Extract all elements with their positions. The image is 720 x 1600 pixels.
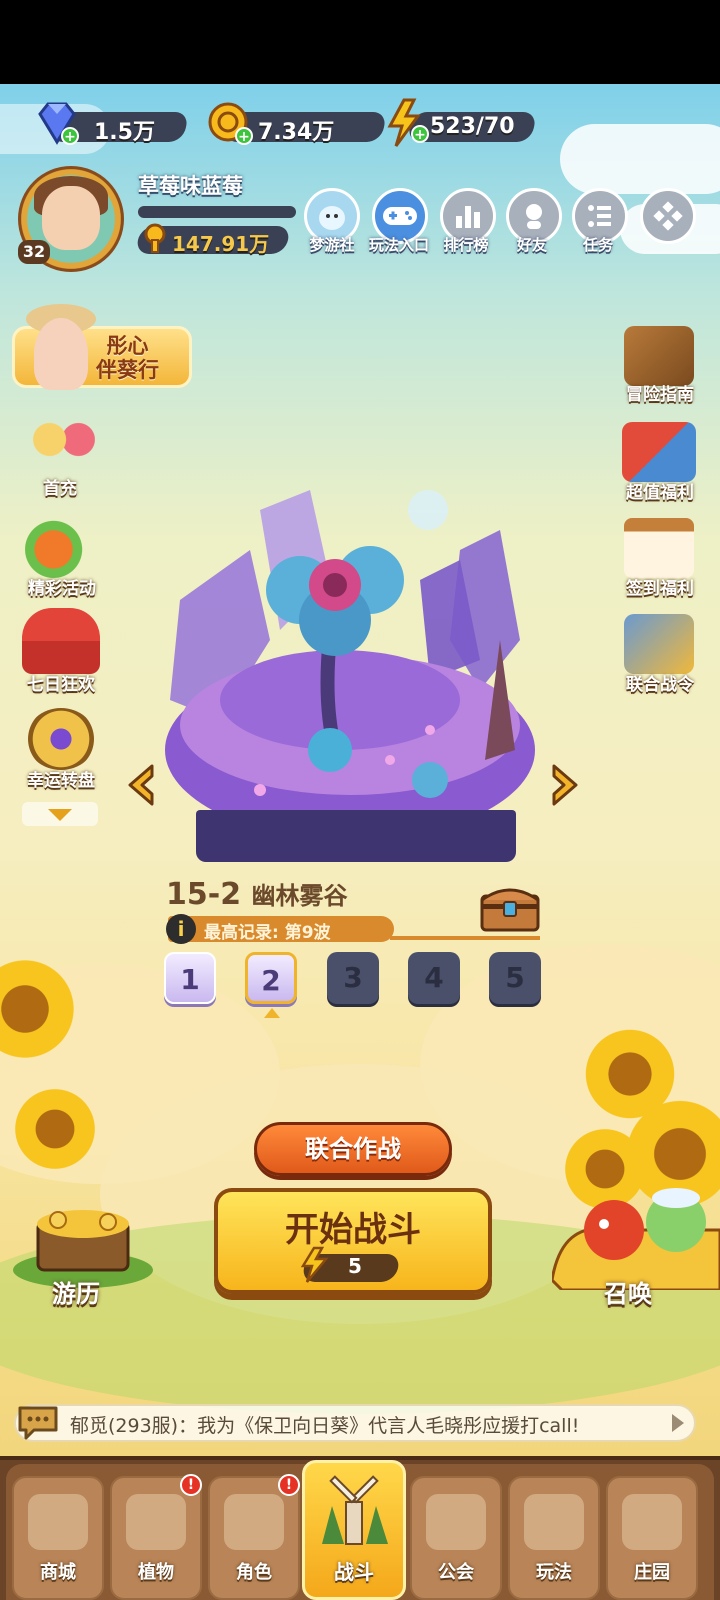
top-menu-label: 任务 xyxy=(582,236,613,254)
wave-button-2[interactable]: 2 xyxy=(245,952,297,1004)
treasure-chest-icon[interactable] xyxy=(478,882,542,932)
wave-button-4[interactable]: 4 xyxy=(408,952,460,1004)
coin-icon: + xyxy=(208,102,253,145)
manor-icon xyxy=(622,1494,682,1550)
energy-amount: 523/70 xyxy=(430,114,515,139)
alliance-pass-label[interactable]: 联合战令 xyxy=(612,670,708,695)
seven-day-carnival-icon[interactable] xyxy=(22,608,100,674)
svg-text:+: + xyxy=(414,127,426,143)
first-recharge-icon[interactable] xyxy=(16,408,112,478)
previous-stage-arrow-icon[interactable] xyxy=(122,762,158,808)
events-icon[interactable] xyxy=(20,512,104,580)
value-bonus-icon[interactable] xyxy=(622,422,696,482)
stage-illustration[interactable] xyxy=(160,490,540,860)
more-icon xyxy=(653,201,683,231)
notification-badge: ! xyxy=(278,1474,300,1496)
windmill-icon xyxy=(322,1475,388,1545)
play-arrow-icon[interactable] xyxy=(672,1414,684,1432)
creature-icon xyxy=(319,206,345,230)
spokesperson-portrait xyxy=(34,318,88,390)
stage-name: 幽林雾谷 xyxy=(251,882,348,910)
nav-label-shop: 商城 xyxy=(40,1562,76,1583)
first-recharge-label[interactable]: 首充 xyxy=(20,474,100,499)
chart-icon xyxy=(456,206,480,228)
checkin-label[interactable]: 签到福利 xyxy=(612,574,708,599)
plant-icon xyxy=(126,1494,186,1550)
nav-label-guild: 公会 xyxy=(438,1562,474,1583)
promo-line-1: 彤心 xyxy=(106,334,149,358)
diamond-amount: 1.5万 xyxy=(94,120,155,145)
notification-badge: ! xyxy=(180,1474,202,1496)
promo-text: 彤心 伴葵行 xyxy=(96,334,159,382)
lightning-icon: + xyxy=(387,98,429,147)
cloud-decoration xyxy=(560,124,720,194)
best-record-text: 最高记录: 第9波 xyxy=(204,923,331,943)
sunflower-decoration xyxy=(10,1084,100,1174)
travel-label[interactable]: 游历 xyxy=(52,1274,100,1309)
expand-menu-button[interactable] xyxy=(22,802,98,826)
diamond-icon: + xyxy=(38,102,79,145)
top-menu-label: 玩法入口 xyxy=(368,236,429,254)
summon-label[interactable]: 召唤 xyxy=(604,1274,652,1309)
wave-button-1[interactable]: 1 xyxy=(164,952,216,1004)
coop-battle-button[interactable]: 联合作战 xyxy=(254,1122,452,1176)
gold-amount: 147.91万 xyxy=(172,232,270,256)
events-label[interactable]: 精彩活动 xyxy=(14,574,110,599)
adventure-guide-icon[interactable] xyxy=(624,326,694,386)
selected-wave-indicator xyxy=(264,1008,280,1018)
checkin-calendar-icon[interactable] xyxy=(624,518,694,578)
wave-button-3[interactable]: 3 xyxy=(327,952,379,1004)
chat-bubble-icon xyxy=(18,1406,58,1440)
gamepad-icon xyxy=(383,207,417,225)
nav-label-plants: 植物 xyxy=(138,1562,174,1583)
stage-platform xyxy=(196,810,516,862)
news-message: 郁觅(293服)：我为《保卫向日葵》代言人毛晓彤应援打call! xyxy=(70,1415,580,1437)
status-bar xyxy=(0,0,720,84)
more-button[interactable] xyxy=(640,188,696,244)
promo-line-2: 伴葵行 xyxy=(96,358,159,382)
top-menu-label: 梦游社 xyxy=(309,236,355,254)
next-stage-arrow-icon[interactable] xyxy=(548,762,584,808)
nav-label-battle: 战斗 xyxy=(334,1560,374,1584)
key-coin-icon xyxy=(144,223,166,253)
stage-number: 15-2 xyxy=(166,877,242,912)
gameplay-icon xyxy=(524,1494,584,1550)
start-battle-label: 开始战斗 xyxy=(285,1210,421,1250)
lucky-wheel-icon[interactable] xyxy=(26,708,96,770)
xp-bar xyxy=(138,206,296,218)
player-name: 草莓味蓝莓 xyxy=(138,174,243,198)
value-bonus-label[interactable]: 超值福利 xyxy=(612,478,708,503)
friend-icon xyxy=(526,204,542,229)
guild-castle-icon xyxy=(426,1494,486,1550)
seven-day-carnival-label[interactable]: 七日狂欢 xyxy=(16,670,106,695)
info-icon: i xyxy=(166,914,196,944)
lucky-wheel-label[interactable]: 幸运转盘 xyxy=(16,766,106,791)
stage-title: 15-2 幽林雾谷 xyxy=(166,876,348,912)
top-menu-label: 排行榜 xyxy=(443,236,489,254)
avatar-face xyxy=(42,186,100,250)
player-level-badge: 32 xyxy=(18,240,50,264)
nav-label-manor: 庄园 xyxy=(634,1562,670,1583)
energy-cost: 5 xyxy=(348,1254,362,1278)
nav-label-gameplay: 玩法 xyxy=(536,1562,572,1583)
lightning-icon xyxy=(300,1246,329,1283)
character-icon xyxy=(224,1494,284,1550)
coin-amount: 7.34万 xyxy=(258,120,335,145)
record-underline xyxy=(390,936,540,940)
wave-button-5[interactable]: 5 xyxy=(489,952,541,1004)
top-menu-label: 好友 xyxy=(516,236,547,254)
chevron-down-icon xyxy=(48,809,72,821)
svg-text:+: + xyxy=(238,129,250,145)
task-icon xyxy=(588,205,611,227)
nav-label-characters: 角色 xyxy=(236,1562,272,1583)
shop-icon xyxy=(28,1494,88,1550)
alliance-pass-icon[interactable] xyxy=(624,614,694,674)
adventure-guide-label[interactable]: 冒险指南 xyxy=(612,380,708,405)
svg-text:+: + xyxy=(64,129,76,145)
